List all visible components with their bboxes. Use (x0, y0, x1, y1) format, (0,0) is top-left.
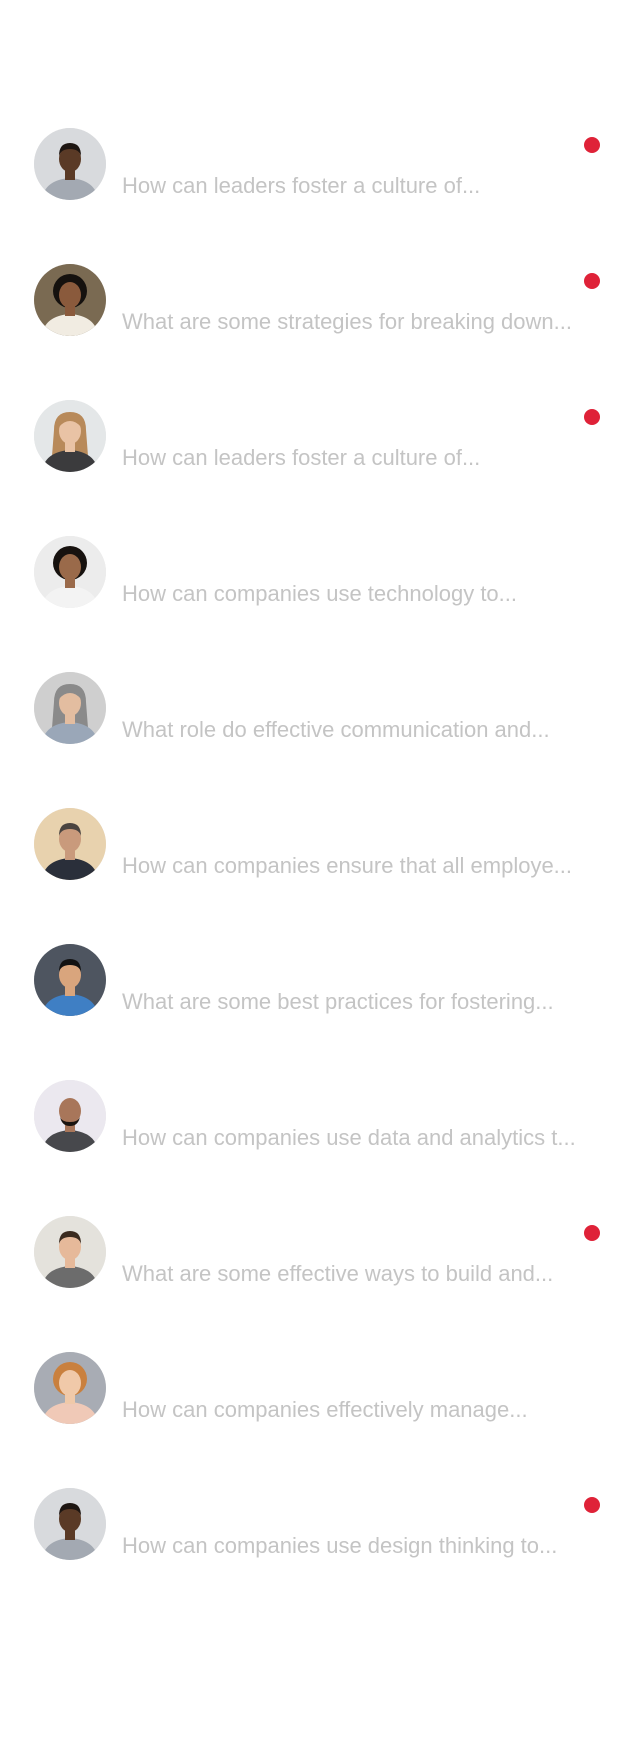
unread-dot-icon (584, 409, 600, 425)
person-avatar-icon (34, 808, 106, 880)
conversation-item[interactable]: What are some strategies for breaking do… (0, 264, 640, 400)
avatar (34, 1080, 106, 1152)
message-preview: What are some effective ways to build an… (122, 1261, 554, 1286)
avatar-face (59, 554, 81, 580)
avatar-face (59, 1370, 81, 1396)
person-avatar-icon (34, 128, 106, 200)
unread-dot-icon (584, 137, 600, 153)
message-preview: What role do effective communication and… (122, 717, 550, 742)
person-avatar-icon (34, 1488, 106, 1560)
conversation-item[interactable]: What role do effective communication and… (0, 672, 640, 808)
message-preview: How can companies effectively manage... (122, 1397, 528, 1422)
message-preview: How can leaders foster a culture of... (122, 173, 481, 198)
avatar (34, 128, 106, 200)
unread-dot-icon (584, 1225, 600, 1241)
conversation-item[interactable]: How can leaders foster a culture of... (0, 400, 640, 536)
conversation-item[interactable]: How can companies use data and analytics… (0, 1080, 640, 1216)
avatar (34, 1488, 106, 1560)
message-preview: How can leaders foster a culture of... (122, 445, 481, 470)
conversation-item[interactable]: How can companies use design thinking to… (0, 1488, 640, 1624)
person-avatar-icon (34, 264, 106, 336)
avatar (34, 400, 106, 472)
person-avatar-icon (34, 1216, 106, 1288)
message-preview: How can companies ensure that all employ… (122, 853, 573, 878)
avatar (34, 944, 106, 1016)
avatar (34, 1216, 106, 1288)
message-preview: How can companies use data and analytics… (122, 1125, 576, 1150)
person-avatar-icon (34, 672, 106, 744)
avatar (34, 264, 106, 336)
conversation-item[interactable]: How can companies effectively manage... (0, 1352, 640, 1488)
conversation-item[interactable]: What are some effective ways to build an… (0, 1216, 640, 1352)
message-preview: How can companies use technology to... (122, 581, 518, 606)
conversation-item[interactable]: How can leaders foster a culture of... (0, 128, 640, 264)
conversation-item[interactable]: What are some best practices for fosteri… (0, 944, 640, 1080)
conversation-item[interactable]: How can companies ensure that all employ… (0, 808, 640, 944)
unread-dot-icon (584, 273, 600, 289)
person-avatar-icon (34, 536, 106, 608)
person-avatar-icon (34, 400, 106, 472)
avatar (34, 672, 106, 744)
avatar-face (59, 282, 81, 308)
avatar (34, 808, 106, 880)
message-preview: What are some best practices for fosteri… (122, 989, 554, 1014)
message-preview: What are some strategies for breaking do… (122, 309, 572, 334)
message-preview: How can companies use design thinking to… (122, 1533, 558, 1558)
avatar (34, 536, 106, 608)
person-avatar-icon (34, 1080, 106, 1152)
avatar (34, 1352, 106, 1424)
person-avatar-icon (34, 1352, 106, 1424)
person-avatar-icon (34, 944, 106, 1016)
conversation-item[interactable]: How can companies use technology to... (0, 536, 640, 672)
conversation-list: How can leaders foster a culture of... W… (0, 128, 640, 1624)
unread-dot-icon (584, 1497, 600, 1513)
